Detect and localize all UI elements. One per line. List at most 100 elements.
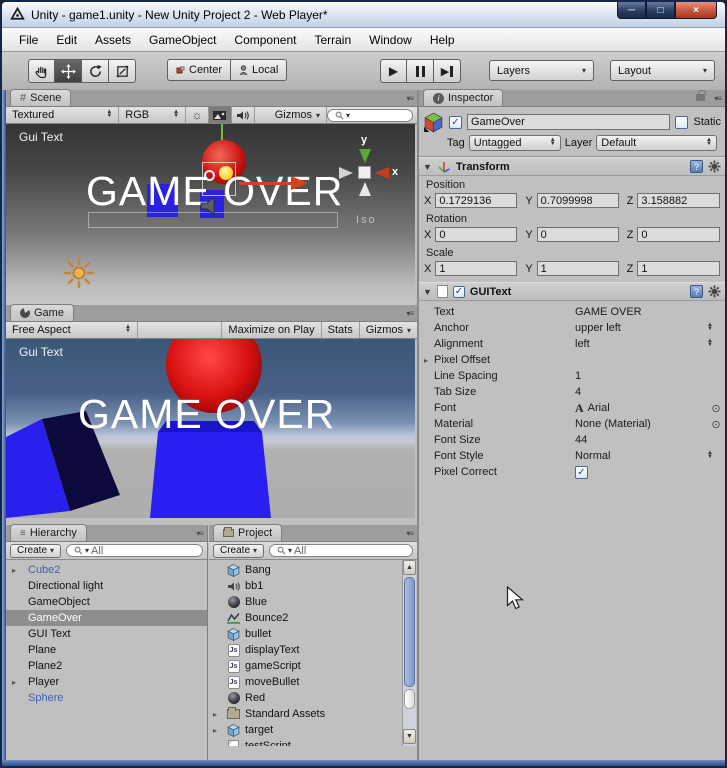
scale-y-field[interactable]	[537, 261, 619, 276]
position-y-field[interactable]	[537, 193, 619, 208]
project-item-movebullet[interactable]: Js moveBullet	[209, 674, 402, 690]
close-button[interactable]: ×	[675, 2, 717, 19]
rotate-tool-button[interactable]	[82, 59, 109, 83]
draw-mode-dropdown[interactable]: Textured ▲▼	[6, 107, 119, 123]
hierarchy-item-player[interactable]: ▸Player	[6, 674, 207, 690]
tab-inspector[interactable]: i Inspector	[423, 89, 503, 106]
project-item-displaytext[interactable]: Js displayText	[209, 642, 402, 658]
panel-menu-icon[interactable]: ▾≡	[406, 309, 413, 318]
panel-menu-icon[interactable]: ▾≡	[406, 529, 413, 538]
object-name-field[interactable]	[467, 114, 670, 130]
hierarchy-item-gameobject[interactable]: GameObject	[6, 594, 207, 610]
rotation-y-field[interactable]	[537, 227, 619, 242]
expand-icon[interactable]: ▸	[424, 356, 428, 365]
hierarchy-item-plane2[interactable]: Plane2	[6, 658, 207, 674]
layer-dropdown[interactable]: Default ▲▼	[596, 135, 717, 151]
color-channel-dropdown[interactable]: RGB ▲▼	[119, 107, 186, 123]
expand-icon[interactable]: ▸	[12, 566, 16, 575]
project-create-button[interactable]: Create ▾	[213, 544, 264, 558]
scene-viewport[interactable]: GAME OVER Gui Text y	[6, 124, 415, 305]
expand-icon[interactable]: ▸	[213, 726, 217, 735]
scene-lighting-toggle[interactable]: ☼	[186, 107, 209, 123]
hand-tool-button[interactable]	[28, 59, 55, 83]
hierarchy-item-gui-text[interactable]: GUI Text	[6, 626, 207, 642]
scale-x-field[interactable]	[435, 261, 517, 276]
hierarchy-item-plane[interactable]: Plane	[6, 642, 207, 658]
scrollbar-thumb[interactable]	[404, 577, 415, 687]
project-item-bullet[interactable]: bullet	[209, 626, 402, 642]
expand-icon[interactable]: ▸	[12, 678, 16, 687]
position-z-field[interactable]	[637, 193, 720, 208]
guitext-font-row[interactable]: Font AArial ⊙	[419, 400, 725, 416]
rotation-x-field[interactable]	[435, 227, 517, 242]
hierarchy-item-gameover[interactable]: GameOver	[6, 610, 207, 626]
object-picker-icon[interactable]: ⊙	[707, 402, 725, 415]
expand-icon[interactable]: ▸	[213, 710, 217, 719]
menu-assets[interactable]: Assets	[86, 33, 140, 47]
project-search-input[interactable]: ▾ All	[269, 544, 413, 557]
guitext-alignment-row[interactable]: Alignment left ▲▼	[419, 336, 725, 352]
guitext-line-spacing-row[interactable]: Line Spacing 1	[419, 368, 725, 384]
project-item-bb1[interactable]: bb1	[209, 578, 402, 594]
axis-z-cone[interactable]	[339, 167, 353, 179]
scene-gizmos-dropdown[interactable]: Gizmos ▾	[269, 107, 327, 123]
step-button[interactable]: ▶	[434, 59, 461, 83]
guitext-font-size-row[interactable]: Font Size 44	[419, 432, 725, 448]
space-local-button[interactable]: Local	[231, 59, 287, 81]
panel-menu-icon[interactable]: ▾≡	[714, 94, 721, 103]
minimize-button[interactable]: ─	[617, 2, 646, 19]
maximize-on-play-toggle[interactable]: Maximize on Play	[221, 322, 321, 338]
project-item-red[interactable]: Red	[209, 690, 402, 706]
lock-icon[interactable]	[696, 94, 705, 101]
stepper-icon[interactable]: ▲▼	[707, 340, 725, 348]
hierarchy-search-input[interactable]: ▾ All	[66, 544, 203, 557]
hierarchy-item-cube2[interactable]: ▸Cube2	[6, 562, 207, 578]
menu-terrain[interactable]: Terrain	[305, 33, 360, 47]
object-picker-icon[interactable]: ⊙	[707, 418, 725, 431]
directional-light-gizmo-icon[interactable]	[62, 256, 96, 290]
guitext-tab-size-row[interactable]: Tab Size 4	[419, 384, 725, 400]
layout-dropdown[interactable]: Layout ▾	[610, 60, 715, 81]
layers-dropdown[interactable]: Layers ▾	[489, 60, 594, 81]
tab-hierarchy[interactable]: ≡ Hierarchy	[10, 524, 87, 541]
menu-component[interactable]: Component	[225, 33, 305, 47]
panel-menu-icon[interactable]: ▾≡	[196, 529, 203, 538]
transform-header[interactable]: ▼ Transform ?	[419, 157, 725, 176]
move-gizmo-x-arrow[interactable]	[291, 176, 308, 190]
axis-center-cube[interactable]	[358, 166, 371, 179]
scroll-down-button[interactable]: ▼	[403, 729, 416, 744]
project-item-target[interactable]: ▸ target	[209, 722, 402, 738]
axis-neg-y-cone[interactable]	[359, 182, 371, 196]
hierarchy-item-sphere[interactable]: Sphere	[6, 690, 207, 706]
help-icon[interactable]: ?	[690, 160, 703, 173]
panel-menu-icon[interactable]: ▾≡	[406, 94, 413, 103]
project-item-bang[interactable]: Bang	[209, 562, 402, 578]
scene-search-input[interactable]: ▾	[327, 109, 413, 122]
project-item-gamescript[interactable]: Js gameScript	[209, 658, 402, 674]
scene-audio-toggle[interactable]	[232, 107, 255, 123]
guitext-font-style-row[interactable]: Font Style Normal ▲▼	[419, 448, 725, 464]
rotation-z-field[interactable]	[637, 227, 720, 242]
pixel-correct-checkbox[interactable]: ✓	[575, 466, 588, 479]
guitext-enabled-checkbox[interactable]: ✓	[453, 286, 465, 298]
title-bar[interactable]: Unity - game1.unity - New Unity Project …	[2, 2, 725, 28]
axis-y-cone[interactable]	[359, 149, 371, 163]
gear-icon[interactable]	[708, 285, 721, 298]
guitext-text-row[interactable]: Text GAME OVER	[419, 304, 725, 320]
game-viewport[interactable]: Gui Text GAME OVER	[6, 339, 415, 518]
guitext-anchor-row[interactable]: Anchor upper left ▲▼	[419, 320, 725, 336]
menu-file[interactable]: File	[10, 33, 47, 47]
maximize-button[interactable]: □	[646, 2, 675, 19]
scene-skybox-toggle[interactable]	[209, 107, 232, 123]
scene-orientation-gizmo[interactable]: y x	[332, 138, 402, 212]
project-scrollbar[interactable]: ▲ ▼	[402, 560, 416, 746]
tab-scene[interactable]: # Scene	[10, 89, 71, 106]
play-button[interactable]: ▶	[380, 59, 407, 83]
project-item-blue[interactable]: Blue	[209, 594, 402, 610]
scale-tool-button[interactable]	[109, 59, 136, 83]
expand-icon[interactable]: ▼	[423, 162, 432, 172]
game-gizmos-dropdown[interactable]: Gizmos ▾	[360, 322, 417, 338]
active-checkbox[interactable]: ✓	[449, 116, 462, 129]
axis-x-cone[interactable]	[375, 167, 389, 179]
static-checkbox[interactable]	[675, 116, 688, 129]
